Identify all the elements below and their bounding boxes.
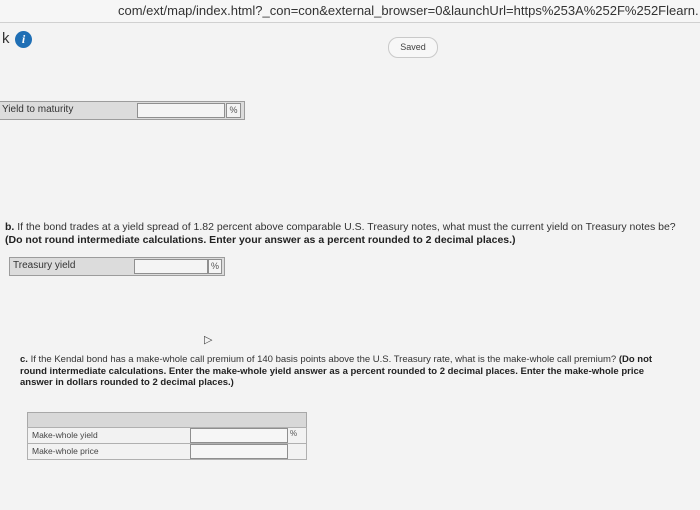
assignment-page: k i Saved Yield to maturity % b. If the … [0,23,700,510]
make-whole-price-label: Make-whole price [32,446,99,456]
part-c-prefix: c. [20,354,28,365]
saved-status-badge: Saved [388,37,438,58]
make-whole-yield-input[interactable] [190,428,288,443]
part-c-question: c. If the Kendal bond has a make-whole c… [20,354,670,389]
part-b-prefix: b. [5,221,15,233]
make-whole-price-row: Make-whole price [27,443,307,460]
info-icon[interactable]: i [15,31,32,48]
treasury-yield-label: Treasury yield [13,260,76,271]
treasury-yield-input[interactable] [134,259,208,274]
part-b-question: b. If the bond trades at a yield spread … [5,221,685,247]
part-c-question-text: If the Kendal bond has a make-whole call… [30,354,617,365]
yield-to-maturity-input[interactable] [137,103,225,118]
make-whole-yield-label: Make-whole yield [32,430,98,440]
question-letter: k [2,30,10,47]
make-whole-price-input[interactable] [190,444,288,459]
part-b-question-text: If the bond trades at a yield spread of … [17,221,676,233]
yield-to-maturity-unit: % [226,103,241,118]
part-b-instructions: (Do not round intermediate calculations.… [5,234,516,246]
make-whole-yield-row: Make-whole yield % [27,427,307,444]
url-text: com/ext/map/index.html?_con=con&external… [118,3,699,18]
yield-to-maturity-row: Yield to maturity % [0,101,245,120]
make-whole-yield-unit: % [290,429,298,438]
browser-address-bar[interactable]: com/ext/map/index.html?_con=con&external… [0,0,700,23]
mouse-cursor-icon: ▷ [204,334,213,346]
treasury-yield-row: Treasury yield % [9,257,225,276]
treasury-yield-unit: % [208,259,222,274]
yield-to-maturity-label: Yield to maturity [2,104,74,115]
